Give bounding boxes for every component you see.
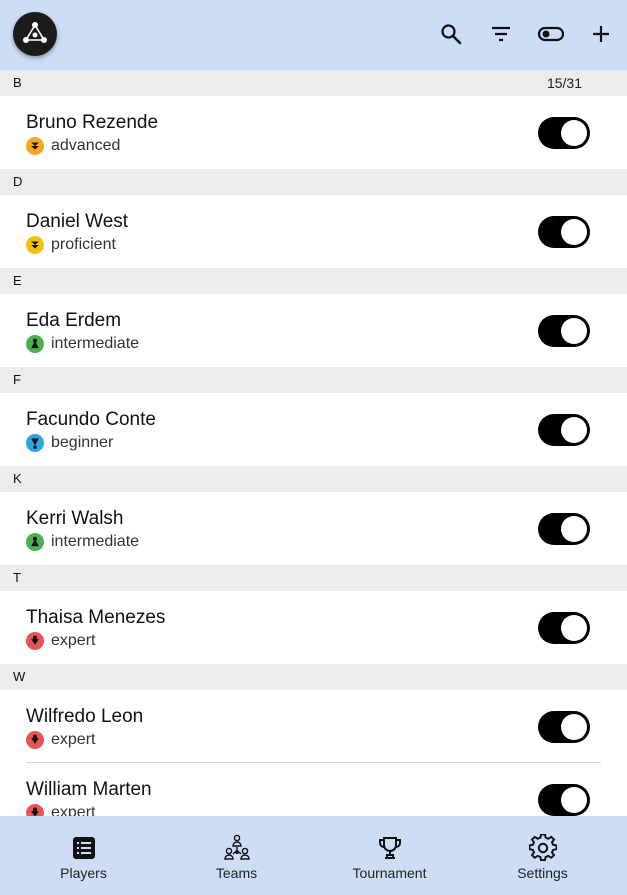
player-name: Facundo Conte: [26, 409, 156, 430]
player-level: expert: [26, 730, 95, 750]
skill-level-icon: [26, 137, 44, 155]
player-level-label: intermediate: [51, 335, 140, 352]
section-letter: F: [13, 372, 21, 387]
player-name: Eda Erdem: [26, 310, 122, 331]
section-header: B 15/31: [0, 70, 627, 96]
section-header: K: [0, 466, 627, 492]
player-row[interactable]: Kerri Walsh intermediate: [0, 492, 627, 565]
player-active-toggle[interactable]: [538, 117, 590, 149]
section-header: F: [0, 367, 627, 393]
player-active-toggle[interactable]: [538, 315, 590, 347]
skill-level-icon: [26, 731, 44, 749]
trophy-icon: [377, 835, 403, 861]
nav-label-tournament: Tournament: [352, 865, 427, 881]
player-active-toggle[interactable]: [538, 612, 590, 644]
player-name: Daniel West: [26, 211, 129, 232]
toggle-knob: [561, 318, 587, 344]
list-icon: [72, 835, 96, 861]
player-level-label: intermediate: [51, 533, 140, 550]
section-letter: D: [13, 174, 23, 189]
player-active-toggle[interactable]: [538, 216, 590, 248]
nav-tab-tournament[interactable]: Tournament: [313, 816, 466, 895]
player-row[interactable]: Wilfredo Leon expert: [0, 690, 627, 763]
section-letter: W: [13, 669, 26, 684]
player-level: intermediate: [26, 532, 139, 552]
player-list[interactable]: B 15/31 Bruno Rezende advanced D Daniel West p…: [0, 70, 627, 816]
toggle-all-icon[interactable]: [536, 19, 566, 49]
add-icon[interactable]: [586, 19, 616, 49]
skill-level-icon: [26, 804, 44, 816]
gear-icon: [528, 834, 557, 862]
player-active-toggle[interactable]: [538, 711, 590, 743]
player-level: proficient: [26, 235, 116, 255]
toggle-knob: [561, 417, 587, 443]
skill-level-icon: [26, 335, 44, 353]
player-name: Thaisa Menezes: [26, 607, 166, 628]
nav-tab-settings[interactable]: Settings: [466, 816, 619, 895]
toggle-knob: [561, 787, 587, 813]
player-active-toggle[interactable]: [538, 414, 590, 446]
filter-icon[interactable]: [486, 19, 516, 49]
bottom-navigation: Players Teams Tournament Settings: [0, 816, 627, 895]
player-level: intermediate: [26, 334, 139, 354]
skill-level-icon: [26, 533, 44, 551]
toggle-knob: [561, 219, 587, 245]
player-active-toggle[interactable]: [538, 784, 590, 816]
toggle-knob: [561, 516, 587, 542]
toggle-knob: [561, 615, 587, 641]
section-letter: B: [13, 75, 22, 90]
nav-label-teams: Teams: [215, 865, 258, 881]
player-row[interactable]: Daniel West proficient: [0, 195, 627, 268]
player-level: expert: [26, 631, 95, 651]
player-name: Bruno Rezende: [26, 112, 159, 133]
player-name: William Marten: [26, 779, 152, 800]
player-level: expert: [26, 803, 95, 816]
player-level-label: expert: [51, 731, 96, 748]
player-counter: 15/31: [546, 75, 582, 91]
player-row[interactable]: Thaisa Menezes expert: [0, 591, 627, 664]
app-bar: [0, 0, 627, 70]
skill-level-icon: [26, 236, 44, 254]
player-active-toggle[interactable]: [538, 513, 590, 545]
player-level-label: advanced: [51, 137, 121, 154]
skill-level-icon: [26, 434, 44, 452]
player-row[interactable]: Facundo Conte beginner: [0, 393, 627, 466]
player-level: advanced: [26, 136, 120, 156]
search-icon[interactable]: [436, 19, 466, 49]
nav-tab-teams[interactable]: Teams: [160, 816, 313, 895]
player-row[interactable]: Eda Erdem intermediate: [0, 294, 627, 367]
nav-label-players: Players: [60, 865, 107, 881]
skill-level-icon: [26, 632, 44, 650]
player-level-label: expert: [51, 632, 96, 649]
teams-icon: [223, 834, 251, 861]
player-name: Kerri Walsh: [26, 508, 124, 529]
nav-tab-players[interactable]: Players: [7, 816, 160, 895]
app-logo-icon[interactable]: [13, 12, 57, 56]
player-name: Wilfredo Leon: [26, 706, 144, 727]
section-letter: E: [13, 273, 22, 288]
player-level: beginner: [26, 433, 113, 453]
player-level-label: beginner: [51, 434, 114, 451]
toggle-knob: [561, 120, 587, 146]
section-letter: K: [13, 471, 22, 486]
section-letter: T: [13, 570, 21, 585]
player-row[interactable]: Bruno Rezende advanced: [0, 96, 627, 169]
nav-label-settings: Settings: [517, 865, 568, 881]
toggle-knob: [561, 714, 587, 740]
player-level-label: expert: [51, 804, 96, 816]
section-header: E: [0, 268, 627, 294]
player-level-label: proficient: [51, 236, 116, 253]
section-header: W: [0, 664, 627, 690]
section-header: T: [0, 565, 627, 591]
section-header: D: [0, 169, 627, 195]
player-row[interactable]: William Marten expert: [0, 763, 627, 816]
